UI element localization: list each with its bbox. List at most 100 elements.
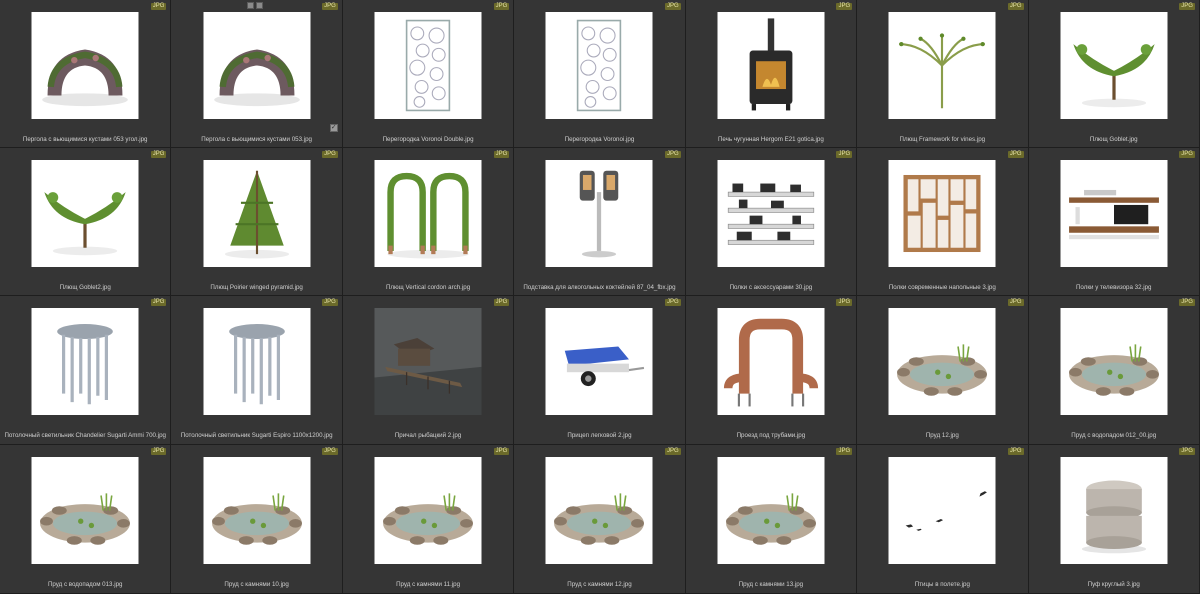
thumbnail-caption: Печь чугунная Hergom E21 gotica.jpg [717,136,824,143]
pond-icon[interactable] [545,457,653,564]
partition-icon[interactable] [374,12,482,119]
square-icon[interactable] [247,2,255,9]
thumbnail-caption: Перегородка Voronoi Double.jpg [382,136,474,143]
thumbnail-caption: Пруд с камнями 12.jpg [567,581,632,588]
thumbnail-caption: Плющ Vertical cordon arch.jpg [385,284,471,291]
checkbox-icon[interactable]: ✓ [329,124,338,132]
thumbnail-item[interactable]: JPG Печь чугунная Hergom E21 gotica.jpg [685,0,858,148]
thumbnail-caption: Плющ Poirier winged pyramid.jpg [210,284,303,291]
thumbnail-item[interactable]: JPG Пруд с водопадом 013.jpg [0,445,172,594]
thumbnail-item[interactable]: JPG ✓ Пергола с вьющимися кустами 053.jpg [171,0,343,148]
thumbnail-item[interactable]: JPG Плющ Goblet.jpg [1028,0,1200,148]
thumbnail-caption: Перегородка Voronoi.jpg [564,136,635,143]
thumbnail-caption: Пруд с водопадом 012_00.jpg [1071,432,1157,439]
file-type-badge: JPG [322,448,338,455]
tv-shelves-icon[interactable] [1060,160,1168,267]
thumbnail-caption: Полки у телевизора 32.jpg [1075,284,1152,291]
thumbnail-item[interactable]: JPG Пруд с камнями 12.jpg [514,445,686,594]
thumbnail-item[interactable]: JPG Потолочный светильник Chandelier Suga… [0,296,172,445]
thumbnail-grid: JPG Пергола с вьющимися кустами 053 угол.… [0,0,1200,594]
thumbnail-item[interactable]: JPG Пруд с камнями 13.jpg [685,445,858,594]
thumbnail-item[interactable]: JPG Проезд под трубами.jpg [685,296,858,445]
thumbnail-item[interactable]: JPG Прицеп легковой 2.jpg [514,296,686,445]
thumbnail-caption: Пруд с камнями 10.jpg [224,581,289,588]
thumbnail-caption: Прицеп легковой 2.jpg [567,432,632,439]
thumbnail-item[interactable]: JPG Плющ Goblet2.jpg [0,148,172,296]
thumbnail-caption: Причал рыбацкий 2.jpg [394,432,462,439]
pier-icon[interactable] [374,308,482,415]
birds-icon[interactable] [888,457,996,564]
thumbnail-item[interactable]: JPG Полки с аксессуарами 30.jpg [685,148,858,296]
trailer-icon[interactable] [545,308,653,415]
file-type-badge: JPG [1179,448,1195,455]
pond-icon[interactable] [888,308,996,415]
file-type-badge: JPG [836,299,853,306]
thumbnail-item[interactable]: JPG Полки у телевизора 32.jpg [1028,148,1200,296]
thumbnail-item[interactable]: JPG Подставка для алкогольных коктейлей 8… [514,148,686,296]
stove-icon[interactable] [717,12,825,119]
thumbnail-item[interactable]: JPG Причал рыбацкий 2.jpg [342,296,515,445]
thumbnail-item[interactable]: JPG Пруд с камнями 10.jpg [171,445,343,594]
file-type-badge: JPG [1007,151,1024,158]
file-type-badge: JPG [322,299,338,306]
thumbnail-item[interactable]: JPG Перегородка Voronoi.jpg [514,0,686,148]
chandelier-icon[interactable] [203,308,311,415]
file-type-badge: JPG [665,299,681,306]
thumbnail-item[interactable]: JPG Плющ Vertical cordon arch.jpg [342,148,515,296]
thumbnail-caption: Пергола с вьющимися кустами 053 угол.jpg [22,136,148,143]
thumbnail-caption: Проезд под трубами.jpg [736,432,806,439]
thumbnail-item[interactable]: JPG Пергола с вьющимися кустами 053 угол.… [0,0,172,148]
thumbnail-caption: Подставка для алкогольных коктейлей 87_0… [523,284,676,291]
file-type-badge: JPG [150,151,167,158]
shelves-icon[interactable] [717,160,825,267]
thumbnail-caption: Пруд с камнями 11.jpg [396,581,461,588]
thumbnail-caption: Пуф круглый 3.jpg [1087,581,1140,588]
file-type-badge: JPG [493,151,510,158]
edit-icon[interactable] [256,2,264,9]
thumbnail-caption: Пергола с вьющимися кустами 053.jpg [201,136,312,143]
file-type-badge: JPG [836,3,853,10]
pyramid-tree-icon[interactable] [203,160,311,267]
thumbnail-caption: Полки с аксессуарами 30.jpg [729,284,813,291]
goblet-plant-icon[interactable] [31,160,139,267]
pouf-icon[interactable] [1060,457,1168,564]
file-type-badge: JPG [1007,3,1024,10]
thumbnail-item[interactable]: JPG Птицы в полете.jpg [857,445,1029,594]
pergola-bush-icon[interactable] [203,12,311,119]
drink-dispenser-icon[interactable] [545,160,653,267]
file-type-badge: JPG [836,448,853,455]
pergola-bush-icon[interactable] [31,12,139,119]
thumbnail-item[interactable]: JPG Потолочный светильник Sugarti Espiro … [171,296,343,445]
pipe-arch-icon[interactable] [717,308,825,415]
thumbnail-item[interactable]: JPG Плющ Framework for vines.jpg [857,0,1029,148]
thumbnail-item[interactable]: JPG Перегородка Voronoi Double.jpg [342,0,515,148]
arch-plant-icon[interactable] [374,160,482,267]
chandelier-icon[interactable] [31,308,139,415]
pond-icon[interactable] [31,457,139,564]
selection-toolbar[interactable] [247,2,264,9]
thumbnail-item[interactable]: JPG Пруд с водопадом 012_00.jpg [1028,296,1200,445]
file-type-badge: JPG [1179,299,1195,306]
partition-icon[interactable] [545,12,653,119]
file-type-badge: JPG [1007,299,1024,306]
file-type-badge: JPG [1007,448,1024,455]
pond-icon[interactable] [717,457,825,564]
pond-icon[interactable] [1060,308,1168,415]
file-type-badge: JPG [322,3,338,10]
file-type-badge: JPG [493,448,510,455]
thumbnail-caption: Птицы в полете.jpg [914,581,970,588]
thumbnail-caption: Потолочный светильник Chandelier Sugarti… [4,432,166,439]
pond-icon[interactable] [203,457,311,564]
thumbnail-item[interactable]: JPG Плющ Poirier winged pyramid.jpg [171,148,343,296]
thumbnail-item[interactable]: JPG Полки современные напольные 3.jpg [857,148,1029,296]
thumbnail-item[interactable]: JPG Пуф круглый 3.jpg [1028,445,1200,594]
pond-icon[interactable] [374,457,482,564]
vine-frame-icon[interactable] [888,12,996,119]
thumbnail-item[interactable]: JPG Пруд 12.jpg [857,296,1029,445]
goblet-plant-icon[interactable] [1060,12,1168,119]
bookcase-icon[interactable] [888,160,996,267]
thumbnail-caption: Плющ Goblet2.jpg [59,284,111,291]
thumbnail-item[interactable]: JPG Пруд с камнями 11.jpg [342,445,515,594]
thumbnail-caption: Полки современные напольные 3.jpg [888,284,996,291]
thumbnail-caption: Пруд с водопадом 013.jpg [47,581,123,588]
